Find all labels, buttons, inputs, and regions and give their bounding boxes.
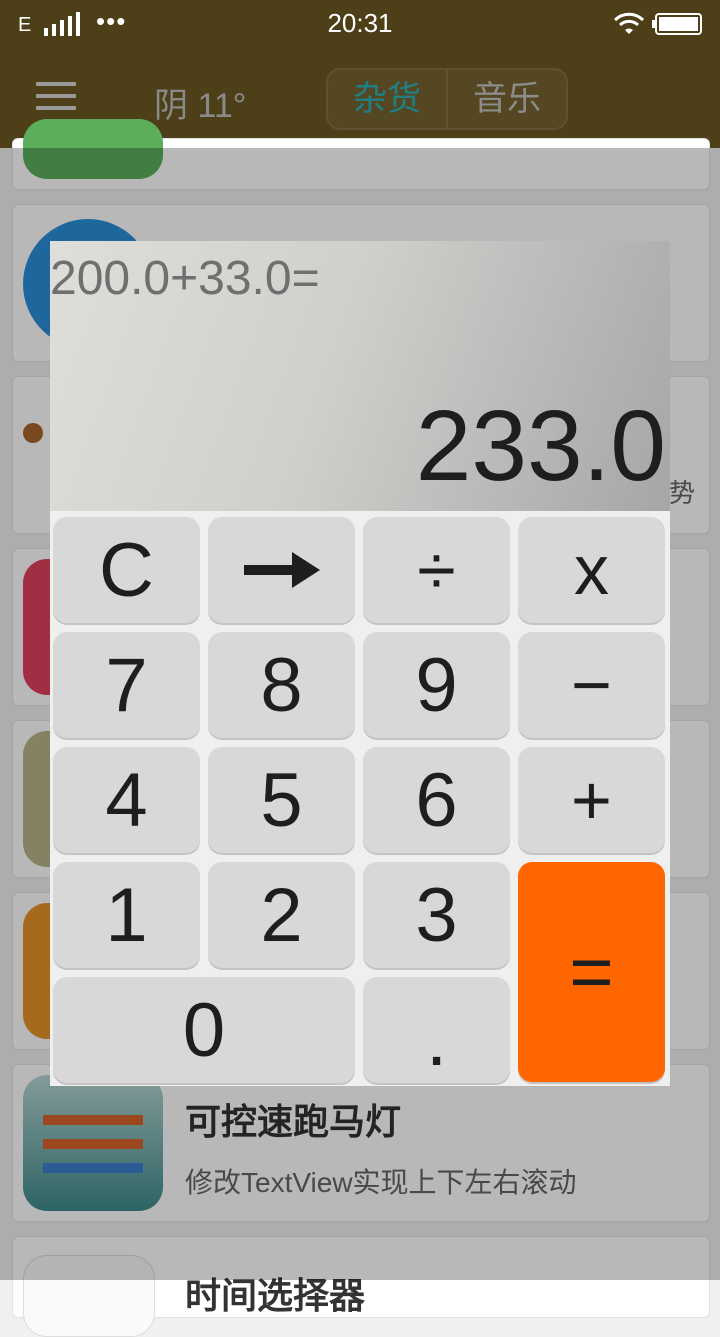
arrow-right-icon bbox=[243, 552, 320, 588]
status-bar: E ••• 20:31 bbox=[0, 0, 720, 48]
battery-icon bbox=[652, 13, 702, 35]
digit-6-button[interactable]: 6 bbox=[363, 747, 510, 853]
plus-button[interactable]: + bbox=[518, 747, 665, 853]
clear-button[interactable]: C bbox=[53, 517, 200, 623]
category-tabs: 杂货 音乐 bbox=[326, 68, 568, 130]
digit-0-button[interactable]: 0 bbox=[53, 977, 355, 1083]
divide-button[interactable]: ÷ bbox=[363, 517, 510, 623]
calculator-display: 200.0+33.0= 233.0 bbox=[50, 241, 670, 511]
digit-1-button[interactable]: 1 bbox=[53, 862, 200, 968]
minus-button[interactable]: − bbox=[518, 632, 665, 738]
decimal-point-button[interactable]: . bbox=[363, 977, 510, 1083]
digit-5-button[interactable]: 5 bbox=[208, 747, 355, 853]
tab-music[interactable]: 音乐 bbox=[446, 70, 566, 128]
multiply-button[interactable]: x bbox=[518, 517, 665, 623]
clock: 20:31 bbox=[327, 8, 393, 38]
backspace-button[interactable] bbox=[208, 517, 355, 623]
wifi-icon bbox=[614, 12, 644, 34]
tab-misc[interactable]: 杂货 bbox=[328, 70, 446, 128]
menu-icon[interactable] bbox=[36, 82, 76, 112]
digit-7-button[interactable]: 7 bbox=[53, 632, 200, 738]
digit-9-button[interactable]: 9 bbox=[363, 632, 510, 738]
digit-2-button[interactable]: 2 bbox=[208, 862, 355, 968]
weather-label: 阴 11° bbox=[154, 87, 247, 125]
digit-8-button[interactable]: 8 bbox=[208, 632, 355, 738]
calculator-dialog: 200.0+33.0= 233.0 C ÷ x 7 8 9 − 4 5 6 + … bbox=[50, 241, 670, 1086]
expression-text: 200.0+33.0= bbox=[50, 252, 320, 305]
equals-button[interactable]: = bbox=[518, 862, 665, 1082]
result-text: 233.0 bbox=[415, 390, 666, 502]
digit-3-button[interactable]: 3 bbox=[363, 862, 510, 968]
digit-4-button[interactable]: 4 bbox=[53, 747, 200, 853]
